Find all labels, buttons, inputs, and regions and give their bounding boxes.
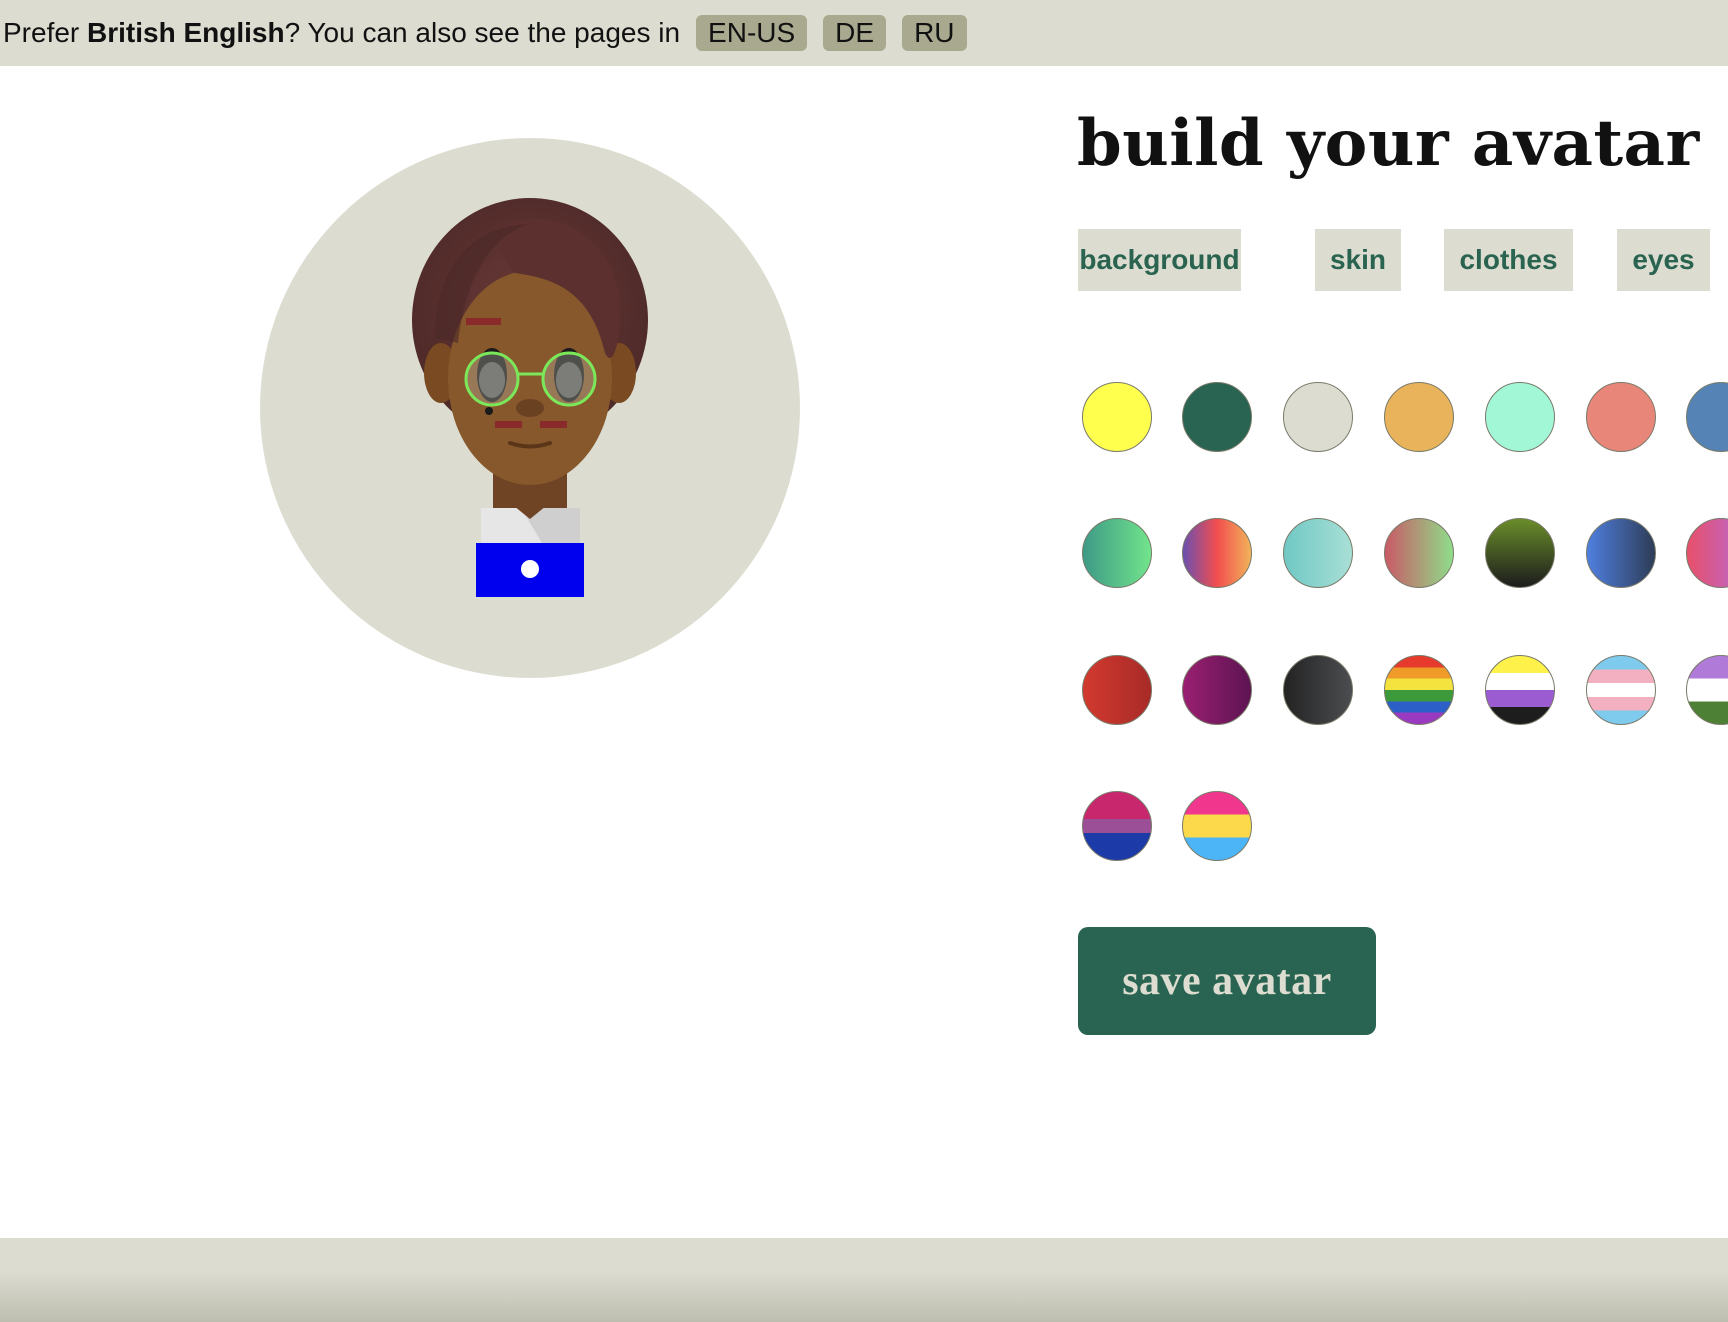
background-swatch-orange[interactable] — [1384, 382, 1454, 452]
tab-clothes[interactable]: clothes — [1444, 229, 1573, 291]
prompt-prefix: Prefer — [3, 17, 88, 48]
tab-skin[interactable]: skin — [1315, 229, 1401, 291]
avatar-glasses-left — [464, 351, 520, 407]
background-swatch-mint[interactable] — [1485, 382, 1555, 452]
avatar-cheek-right — [540, 421, 567, 428]
background-swatch-olive-black-gradient[interactable] — [1485, 518, 1555, 588]
background-swatch-light-gray[interactable] — [1283, 382, 1353, 452]
avatar-glasses-right — [541, 351, 597, 407]
avatar-nose — [516, 399, 544, 417]
language-button-de[interactable]: DE — [823, 15, 887, 51]
language-prompt: Prefer British English? You can also see… — [3, 17, 680, 49]
avatar-mole — [485, 407, 493, 415]
background-swatch-steel-blue[interactable] — [1686, 382, 1728, 452]
background-swatch-pansexual-flag[interactable] — [1182, 791, 1252, 861]
background-swatch-yellow[interactable] — [1082, 382, 1152, 452]
page-title: build your avatar — [1077, 106, 1700, 181]
background-swatch-magenta-gradient[interactable] — [1182, 655, 1252, 725]
avatar-preview — [260, 138, 800, 678]
background-swatch-aqua-gradient[interactable] — [1283, 518, 1353, 588]
background-swatch-pink-purple-gradient[interactable] — [1686, 518, 1728, 588]
prompt-suffix: ? You can also see the pages in — [284, 17, 681, 48]
background-swatch-teal-green-gradient[interactable] — [1082, 518, 1152, 588]
background-swatch-charcoal-gradient[interactable] — [1283, 655, 1353, 725]
current-language-name: British English — [87, 17, 285, 48]
avatar-eyebrow — [466, 318, 501, 325]
language-banner: Prefer British English? You can also see… — [0, 0, 1728, 66]
background-swatch-purple-red-orange-gradient[interactable] — [1182, 518, 1252, 588]
avatar-shirt-dot — [521, 560, 539, 578]
background-swatch-transgender-flag[interactable] — [1586, 655, 1656, 725]
language-button-ru[interactable]: RU — [902, 15, 967, 51]
language-button-en-us[interactable]: EN-US — [696, 15, 808, 51]
background-swatch-dark-green[interactable] — [1182, 382, 1252, 452]
background-swatch-nonbinary-flag[interactable] — [1485, 655, 1555, 725]
background-swatch-bisexual-flag[interactable] — [1082, 791, 1152, 861]
footer — [0, 1238, 1728, 1322]
background-swatch-red-gradient[interactable] — [1082, 655, 1152, 725]
save-avatar-button[interactable]: save avatar — [1078, 927, 1376, 1035]
background-swatch-rainbow-flag[interactable] — [1384, 655, 1454, 725]
background-swatch-red-green-gradient[interactable] — [1384, 518, 1454, 588]
background-swatch-salmon[interactable] — [1586, 382, 1656, 452]
avatar-cheek-left — [495, 421, 522, 428]
background-swatch-blue-navy-gradient[interactable] — [1586, 518, 1656, 588]
tab-background[interactable]: background — [1078, 229, 1241, 291]
background-swatch-genderqueer-flag[interactable] — [1686, 655, 1728, 725]
tab-eyes[interactable]: eyes — [1617, 229, 1710, 291]
